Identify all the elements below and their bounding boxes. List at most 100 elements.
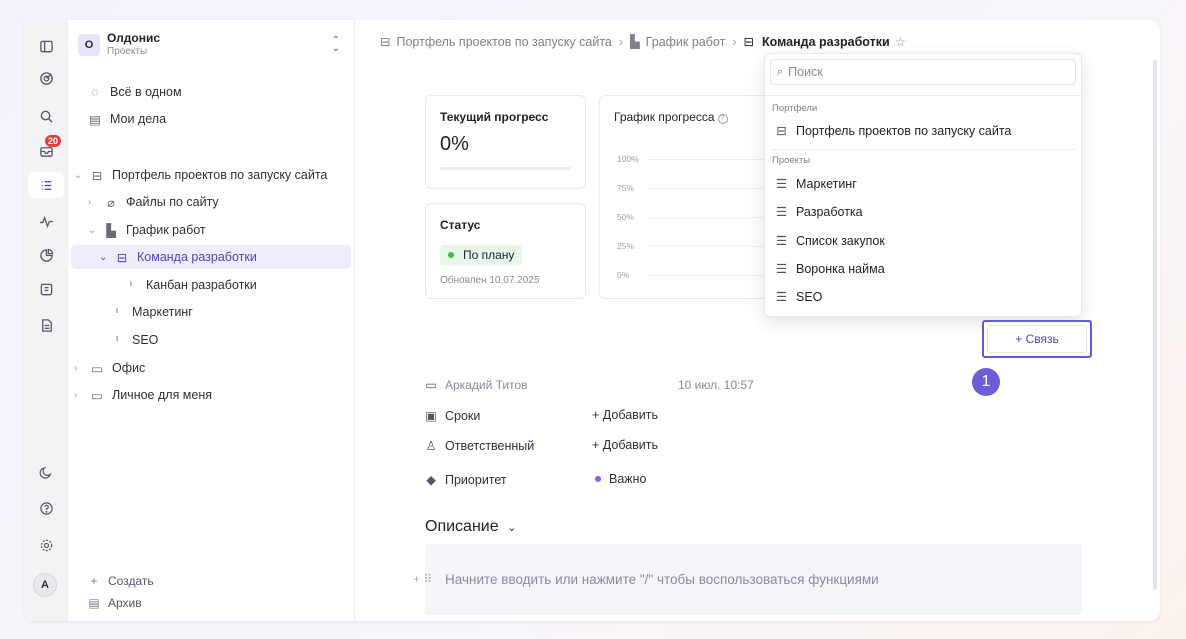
docs-icon[interactable]	[36, 279, 56, 299]
dropdown-item-development[interactable]: ☰ Разработка	[775, 204, 863, 220]
activity-icon[interactable]	[36, 211, 56, 231]
goals-icon[interactable]	[36, 68, 56, 88]
sidebar-item-dev-team[interactable]: ⌄ ⊟ Команда разработки	[71, 245, 351, 269]
help-icon[interactable]: ?	[717, 113, 728, 124]
search-icon[interactable]	[36, 106, 56, 126]
sidebar-item-portfolio[interactable]: ⌄ ⊟ Портфель проектов по запуску сайта	[74, 163, 327, 187]
assignee-text: Ответственный	[445, 438, 535, 453]
chevron-down-icon[interactable]: ⌄	[99, 252, 111, 263]
reports-icon[interactable]	[36, 245, 56, 265]
sidebar-item-schedule[interactable]: ⌄ ▙ График работ	[88, 218, 206, 242]
priority-dot	[595, 476, 601, 482]
author: ▭ Аркадий Титов	[425, 378, 528, 392]
priority-label: ◆ Приоритет	[425, 472, 506, 488]
files-icon[interactable]	[36, 315, 56, 335]
chevron-down-icon: ⌄	[507, 522, 517, 534]
sidebar-item-seo[interactable]: ᑊ SEO	[110, 328, 159, 352]
description-editor[interactable]: + ⠿ Начните вводить или нажмите "/" чтоб…	[413, 544, 1082, 615]
search-input[interactable]: ⌕ Поиск	[770, 59, 1076, 85]
chevron-down-icon[interactable]: ⌄	[88, 225, 100, 236]
settings-icon[interactable]	[36, 535, 56, 555]
chevron-right-icon[interactable]: ›	[74, 390, 86, 401]
y-tick-label: 0%	[617, 270, 630, 280]
breadcrumb-item[interactable]: График работ	[646, 35, 726, 49]
step-marker: 1	[972, 368, 1000, 396]
list-icon: ☰	[775, 290, 788, 304]
sidebar-item-all-in-one[interactable]: ◌ Всё в одном	[88, 80, 182, 104]
calendar-icon: ▣	[425, 409, 437, 423]
list-icon: ☰	[775, 205, 788, 219]
divider	[765, 95, 1081, 96]
kanban-icon: ᑊ	[115, 333, 119, 348]
progress-bar	[440, 167, 571, 170]
sidebar-item-personal[interactable]: › ▭ Личное для меня	[74, 383, 212, 407]
updated-date: Обновлен 10.07.2025	[440, 275, 540, 286]
created-date: 10 июл. 10:57	[678, 378, 754, 392]
sidebar-item-dev-kanban[interactable]: ᑊ Канбан разработки	[124, 273, 257, 297]
sidebar-item-label: Офис	[112, 361, 146, 375]
dropdown-item-label: Маркетинг	[796, 176, 857, 191]
breadcrumb-item[interactable]: Портфель проектов по запуску сайта	[396, 35, 611, 49]
deadlines-text: Сроки	[445, 408, 481, 423]
dropdown-item-portfolio[interactable]: ⊟ Портфель проектов по запуску сайта	[775, 123, 1011, 139]
description-title[interactable]: Описание ⌄	[425, 518, 516, 536]
priority-value[interactable]: Важно	[595, 472, 647, 486]
y-tick-label: 100%	[617, 154, 639, 164]
chevron-right-icon[interactable]: ›	[88, 197, 100, 208]
dark-mode-icon[interactable]	[36, 462, 56, 482]
deadlines-label: ▣ Сроки	[425, 408, 481, 424]
description-label: Описание	[425, 518, 499, 535]
create-button[interactable]: + Создать	[88, 574, 153, 588]
card-title: Текущий прогресс	[440, 110, 549, 124]
avatar[interactable]: A	[33, 573, 57, 597]
sidebar-item-my-tasks[interactable]: ▤ Мои дела	[88, 107, 166, 131]
dropdown-item-seo[interactable]: ☰ SEO	[775, 289, 823, 305]
sidebar-item-label: Маркетинг	[132, 305, 193, 319]
author-name: Аркадий Титов	[445, 378, 528, 392]
sidebar-toggle-icon[interactable]	[36, 36, 56, 56]
icon-rail: 20 A	[24, 20, 68, 621]
scrollbar[interactable]	[1153, 60, 1157, 590]
add-assignee-button[interactable]: + Добавить	[592, 438, 658, 452]
add-deadline-button[interactable]: + Добавить	[592, 408, 658, 422]
sidebar-item-label: Мои дела	[110, 112, 167, 126]
dropdown-item-marketing[interactable]: ☰ Маркетинг	[775, 176, 857, 192]
gantt-icon: ▙	[630, 35, 640, 49]
status-badge[interactable]: По плану	[440, 245, 523, 265]
sidebar-item-label: Канбан разработки	[146, 278, 257, 292]
archive-button[interactable]: ▤ Архив	[88, 596, 141, 610]
dropdown-item-hiring-funnel[interactable]: ☰ Воронка найма	[775, 261, 885, 277]
workspace-switcher[interactable]: О Олдонис Проекты ⌃ ⌄	[78, 28, 346, 62]
sidebar-item-office[interactable]: › ▭ Офис	[74, 356, 145, 380]
y-tick-label: 25%	[617, 241, 635, 251]
projects-icon[interactable]	[28, 172, 64, 198]
gridline	[648, 188, 770, 189]
drag-handle-icon[interactable]: + ⠿	[413, 572, 432, 586]
briefcase-icon: ⊟	[116, 250, 128, 265]
gridline	[648, 159, 770, 160]
help-icon[interactable]	[36, 498, 56, 518]
group-label: Портфели	[772, 103, 818, 114]
add-link-label: + Связь	[987, 325, 1087, 353]
editor-placeholder: Начните вводить или нажмите "/" чтобы во…	[445, 572, 879, 587]
sidebar-item-label: Всё в одном	[110, 85, 182, 99]
search-icon: ⌕	[777, 65, 784, 78]
progress-chart-card: График прогресса? 100% 75% 50% 25% 0%	[599, 95, 771, 299]
star-icon[interactable]: ☆	[895, 34, 906, 49]
gridline	[648, 217, 770, 218]
chevron-right-icon[interactable]: ›	[74, 363, 86, 374]
status-label: По плану	[463, 248, 515, 262]
sidebar-item-label: SEO	[132, 333, 159, 347]
add-link-button[interactable]: + Связь	[982, 320, 1092, 358]
kanban-icon: ᑊ	[115, 305, 119, 320]
chart-title: График прогресса	[614, 110, 715, 124]
chevron-down-icon[interactable]: ⌄	[74, 170, 86, 181]
sidebar: О Олдонис Проекты ⌃ ⌄ ◌ Всё в одном ▤ Мои…	[68, 20, 355, 621]
sidebar-item-marketing[interactable]: ᑊ Маркетинг	[110, 300, 193, 324]
sidebar-item-site-files[interactable]: › ⌀ Файлы по сайту	[88, 190, 219, 214]
search-placeholder: Поиск	[788, 65, 823, 79]
chevron-right-icon: ›	[618, 34, 624, 49]
dropdown-item-purchase-list[interactable]: ☰ Список закупок	[775, 233, 885, 249]
link-search-dropdown: ⌕ Поиск Портфели ⊟ Портфель проектов по …	[764, 53, 1082, 317]
notifications-icon[interactable]: 20	[36, 135, 62, 161]
